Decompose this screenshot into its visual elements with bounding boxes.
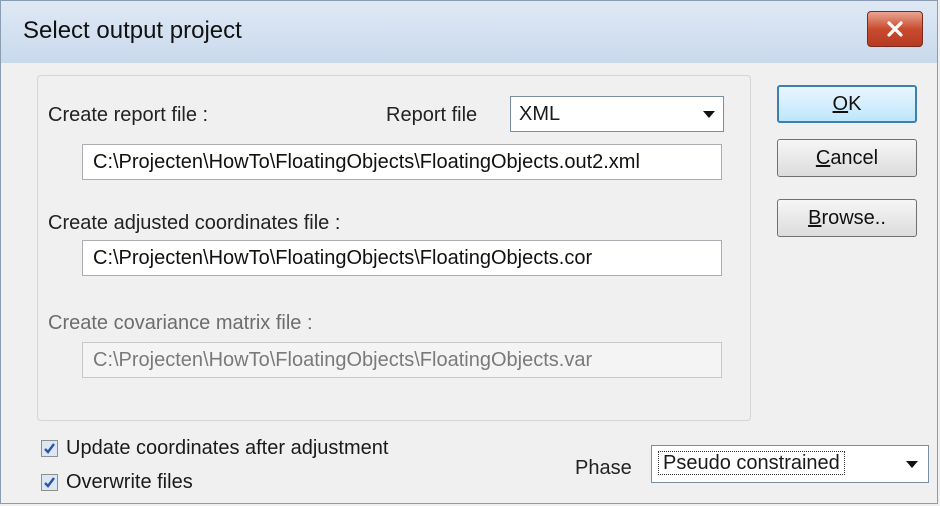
covariance-file-label: Create covariance matrix file : [48, 312, 313, 334]
cancel-button[interactable]: Cancel [777, 139, 917, 177]
phase-label: Phase [575, 457, 632, 479]
overwrite-files-checkbox[interactable]: Overwrite files [41, 471, 193, 494]
update-coords-label: Update coordinates after adjustment [66, 437, 389, 459]
ok-mnemonic: O [832, 92, 849, 115]
checkbox-box[interactable] [41, 440, 58, 457]
browse-button[interactable]: Browse.. [777, 199, 917, 237]
close-icon [887, 21, 903, 37]
coords-file-path-input[interactable]: C:\Projecten\HowTo\FloatingObjects\Float… [82, 240, 722, 276]
chevron-down-icon [906, 461, 918, 468]
cancel-mnemonic: C [815, 146, 831, 169]
report-type-label: Report file [386, 104, 478, 126]
window-title: Select output project [23, 17, 242, 44]
close-button[interactable] [867, 11, 923, 47]
update-coords-checkbox[interactable]: Update coordinates after adjustment [41, 437, 388, 460]
coords-file-label: Create adjusted coordinates file : [48, 212, 341, 234]
report-type-select[interactable]: XML [510, 96, 724, 132]
ok-button[interactable]: OK [777, 85, 917, 123]
browse-label: rowse.. [821, 206, 886, 229]
report-file-path-input[interactable]: C:\Projecten\HowTo\FloatingObjects\Float… [82, 144, 722, 180]
title-bar[interactable]: Select output project [1, 1, 937, 64]
dialog-window: Select output project Create report file… [0, 0, 938, 504]
dialog-body: Create report file : Report file XML C:\… [1, 63, 937, 503]
output-files-group: Create report file : Report file XML C:\… [37, 75, 751, 421]
report-type-value: XML [519, 103, 561, 125]
covariance-file-path-input[interactable]: C:\Projecten\HowTo\FloatingObjects\Float… [82, 342, 722, 378]
overwrite-files-label: Overwrite files [66, 471, 193, 493]
phase-value: Pseudo constrained [658, 451, 845, 475]
phase-value-wrapper: Pseudo constrained [658, 451, 845, 475]
chevron-down-icon [703, 111, 715, 118]
cancel-label: ancel [830, 146, 879, 169]
report-file-label: Create report file : [48, 104, 209, 126]
browse-mnemonic: B [808, 206, 822, 229]
check-icon [44, 477, 55, 488]
check-icon [44, 443, 55, 454]
phase-select[interactable]: Pseudo constrained [651, 445, 929, 483]
checkbox-box[interactable] [41, 474, 58, 491]
ok-label: K [848, 92, 862, 115]
